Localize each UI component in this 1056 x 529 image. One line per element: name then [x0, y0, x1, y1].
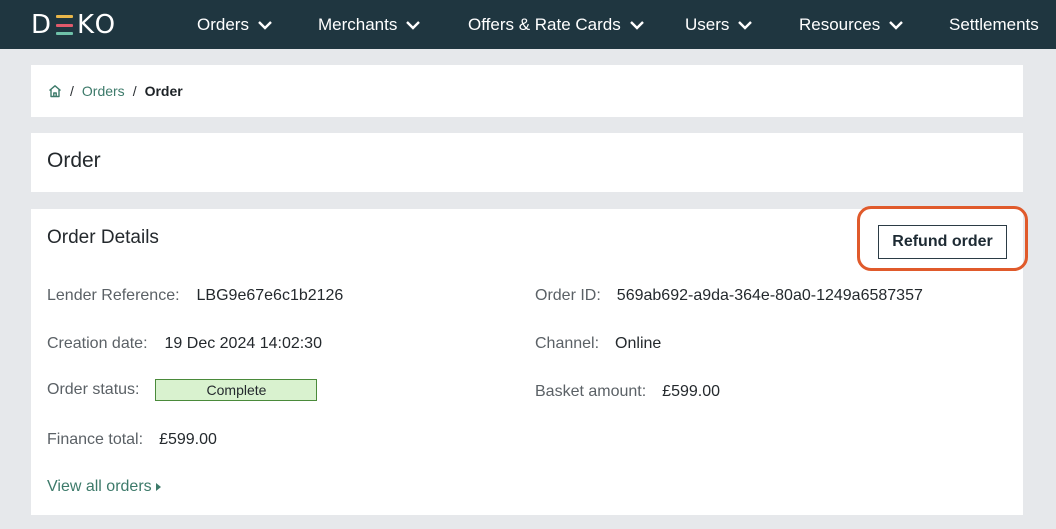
logo-stripes-icon: [56, 15, 74, 35]
breadcrumb: / Orders / Order: [48, 65, 183, 117]
breadcrumb-current: Order: [144, 83, 183, 99]
order-id-label: Order ID:: [535, 287, 601, 304]
top-navigation: D KO Orders Merchants Offers & Rate Card…: [0, 0, 1056, 49]
chevron-down-icon: [889, 20, 904, 30]
nav-users[interactable]: Users: [685, 0, 753, 49]
nav-settlements[interactable]: Settlements: [949, 0, 1039, 49]
breadcrumb-separator: /: [132, 83, 137, 99]
lender-reference-field: Lender Reference: LBG9e67e6c1b2126: [47, 287, 343, 305]
order-status-field: Order status: Complete: [47, 379, 318, 401]
nav-resources-label: Resources: [799, 14, 881, 34]
creation-date-label: Creation date:: [47, 335, 148, 352]
chevron-down-icon: [738, 20, 753, 30]
breadcrumb-orders-link[interactable]: Orders: [82, 83, 125, 99]
order-details-title: Order Details: [47, 227, 159, 248]
view-all-orders-label: View all orders: [47, 478, 152, 495]
view-all-orders-link[interactable]: View all orders: [47, 478, 161, 496]
logo-letter-d: D: [31, 10, 54, 40]
breadcrumb-card: / Orders / Order: [31, 65, 1023, 117]
status-badge: Complete: [155, 379, 318, 401]
nav-offers-label: Offers & Rate Cards: [468, 14, 621, 34]
breadcrumb-separator: /: [70, 83, 74, 99]
finance-total-value: £599.00: [159, 431, 217, 448]
creation-date-value: 19 Dec 2024 14:02:30: [164, 335, 322, 352]
basket-amount-value: £599.00: [662, 383, 721, 400]
page-title: Order: [47, 149, 101, 172]
nav-offers-rate-cards[interactable]: Offers & Rate Cards: [468, 0, 645, 49]
nav-resources[interactable]: Resources: [799, 0, 904, 49]
chevron-down-icon: [406, 20, 421, 30]
chevron-down-icon: [258, 20, 272, 30]
deko-logo[interactable]: D KO: [31, 10, 118, 40]
nav-merchants-label: Merchants: [318, 14, 398, 34]
nav-settlements-label: Settlements: [949, 14, 1039, 34]
nav-users-label: Users: [685, 14, 730, 34]
finance-total-field: Finance total: £599.00: [47, 431, 217, 449]
nav-orders[interactable]: Orders: [197, 0, 273, 49]
creation-date-field: Creation date: 19 Dec 2024 14:02:30: [47, 335, 322, 353]
caret-right-icon: [155, 483, 161, 491]
logo-letters-ko: KO: [77, 10, 118, 40]
order-id-value: 569ab692-a9da-364e-80a0-1249a6587357: [616, 287, 923, 304]
page-title-card: Order: [31, 133, 1023, 192]
order-status-label: Order status:: [47, 381, 140, 398]
order-id-field: Order ID: 569ab692-a9da-364e-80a0-1249a6…: [535, 287, 923, 305]
lender-reference-value: LBG9e67e6c1b2126: [196, 287, 344, 304]
nav-merchants[interactable]: Merchants: [318, 0, 421, 49]
nav-orders-label: Orders: [197, 14, 249, 34]
home-icon[interactable]: [48, 84, 62, 98]
channel-field: Channel: Online: [535, 335, 661, 353]
chevron-down-icon: [629, 20, 644, 30]
basket-amount-field: Basket amount: £599.00: [535, 383, 720, 401]
basket-amount-label: Basket amount:: [535, 383, 647, 400]
lender-reference-label: Lender Reference:: [47, 287, 180, 304]
order-details-card: Order Details Refund order Lender Refere…: [31, 206, 1028, 515]
channel-value: Online: [615, 335, 662, 352]
channel-label: Channel:: [535, 335, 600, 352]
finance-total-label: Finance total:: [47, 431, 144, 448]
refund-order-button[interactable]: Refund order: [878, 225, 1007, 259]
